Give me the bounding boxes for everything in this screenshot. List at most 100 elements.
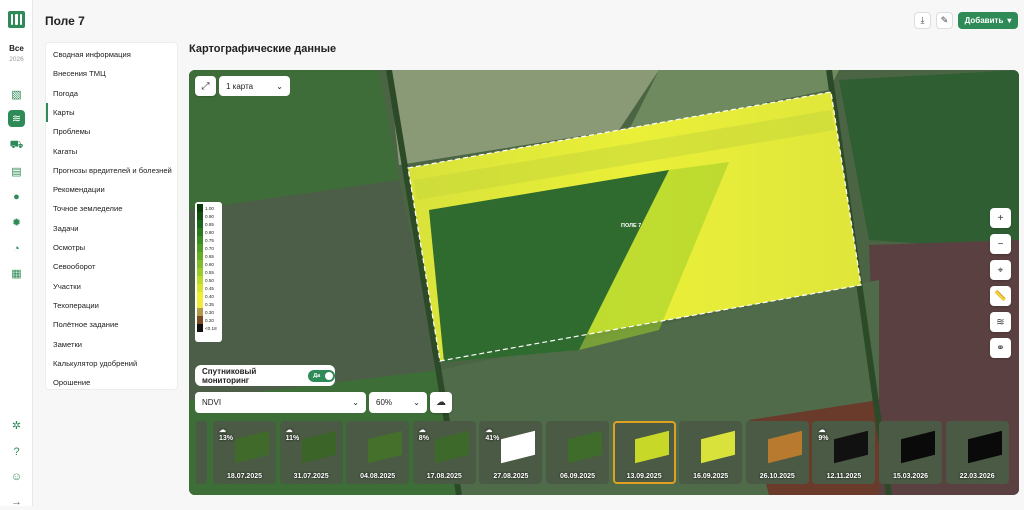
cloud-coverage: ☁ 8% [419,427,429,443]
thumbnail-field [967,430,1002,464]
thumbnail-date: 31.07.2025 [293,473,329,480]
menu-item[interactable]: Орошение [46,373,179,392]
satellite-monitoring-toggle-box[interactable]: Спутниковый мониторинг Да [195,365,335,386]
menu-item[interactable]: Проблемы [46,122,179,141]
date-thumbnail[interactable]: 26.10.2025 [745,421,809,484]
top-bar: Поле 7 [33,0,1024,40]
settings-icon[interactable]: ✲ [8,417,25,434]
thumbnail-field [501,430,536,464]
legend-label: 0.90 [205,213,214,219]
locate-button[interactable]: ⌖ [990,260,1011,280]
layer-select[interactable]: NDVI ⌄ [195,392,366,413]
legend-row: 0.80 [197,228,220,236]
menu-item[interactable]: Техоперации [46,296,179,315]
date-thumbnail[interactable]: 13.09.2025 [612,421,676,484]
menu-item[interactable]: Осмотры [46,238,179,257]
gear-icon[interactable]: ✹ [8,214,25,231]
zoom-in-button[interactable]: + [990,208,1011,228]
menu-item[interactable]: Прогнозы вредителей и болезней [46,161,179,180]
season-year: 2026 [9,56,24,63]
field-label: ПОЛЕ 7 [621,223,642,229]
date-thumbnail[interactable]: 15.03.2026 [879,421,942,484]
ruler-button[interactable]: 📏 [990,286,1011,306]
menu-item[interactable]: Полётное задание [46,315,179,334]
date-thumbnail[interactable]: 06.09.2025 [546,421,609,484]
thumbnail-field [568,430,602,464]
add-button[interactable]: Добавить ▾ [958,12,1018,29]
map-icon[interactable]: ▧ [8,86,25,103]
expand-arrow-icon[interactable]: → [8,493,25,510]
date-thumbnail[interactable]: ☁ 41% 27.08.2025 [479,421,543,484]
thumbnail-field [767,430,802,464]
clipboard-icon[interactable]: ▤ [8,163,25,180]
menu-item[interactable]: Заметки [46,335,179,354]
edit-button[interactable]: ✎ [936,12,953,29]
menu-item[interactable]: Внесения ТМЦ [46,64,179,83]
legend-row: 0.60 [197,260,220,268]
monitoring-label: Спутниковый мониторинг [202,366,257,385]
menu-item[interactable]: Кагаты [46,142,179,161]
legend-label: 0.70 [205,245,214,251]
opacity-select[interactable]: 60% ⌄ [369,392,427,413]
menu-item[interactable]: Сводная информация [46,45,179,64]
monitoring-toggle[interactable]: Да [308,369,335,382]
cloud-coverage: ☁ 13% [219,427,233,443]
legend-label: 0.80 [205,229,214,235]
thumbnail-date: 12.11.2025 [826,473,862,480]
legend-label: 0.40 [205,293,214,299]
plus-icon: + [997,212,1004,224]
link-button[interactable]: ⚭ [990,338,1011,358]
legend-swatch [197,236,203,244]
menu-item[interactable]: Задачи [46,219,179,238]
menu-item[interactable]: Карты [46,102,179,122]
zoom-out-button[interactable]: − [990,234,1011,254]
cloud-percent: 41% [485,435,500,442]
download-button[interactable]: ⤓ [914,12,931,29]
fields-icon[interactable]: ≋ [8,110,25,127]
legend-swatch [197,244,203,252]
menu-item[interactable]: Точное земледелие [46,199,179,218]
date-thumbnail[interactable]: ☁ 11% 31.07.2025 [279,421,343,484]
legend-label: 0.30 [205,309,214,315]
legend-row: 1.00 [197,204,220,212]
thumbnail-partial[interactable] [196,421,207,484]
menu-item[interactable]: Калькулятор удобрений [46,354,179,373]
user-icon[interactable]: ☺ [8,468,25,485]
date-thumbnail[interactable]: 22.03.2026 [945,421,1009,484]
legend-label: 0.85 [205,221,214,227]
date-thumbnail[interactable]: 16.09.2025 [679,421,743,484]
date-thumbnail[interactable]: ☁ 9% 12.11.2025 [812,421,876,484]
warehouse-icon[interactable]: ▦ [8,265,25,282]
menu-item[interactable]: Севооборот [46,257,179,276]
legend-label: 0.75 [205,237,214,243]
date-thumbnail[interactable]: ☁ 8% 17.08.2025 [412,421,476,484]
pie-chart-icon[interactable]: ◔ [8,240,25,257]
help-icon[interactable]: ? [8,443,25,460]
legend-swatch [197,260,203,268]
map-count-value: 1 карта [226,81,254,91]
cloud-percent: 8% [418,435,429,442]
minus-icon: − [997,238,1004,250]
app-logo[interactable] [8,11,25,28]
fullscreen-button[interactable]: ⤢ [195,76,216,96]
legend-swatch [197,300,203,308]
chevron-down-icon: ⌄ [413,398,420,407]
menu-item[interactable]: Участки [46,277,179,296]
legend-label: 0.55 [205,269,214,275]
cloud-filter-button[interactable]: ☁ [430,392,452,413]
cloud-icon: ☁ [818,427,826,434]
legend-label: 0.20 [205,317,214,323]
layers-button[interactable]: ≋ [990,312,1011,332]
thumbnail-date: 06.09.2025 [559,473,596,480]
tractor-icon[interactable]: ⛟ [8,137,25,154]
season-selector[interactable]: Все 2026 [3,44,30,63]
menu-item[interactable]: Рекомендации [46,180,179,199]
drop-icon[interactable]: ● [8,188,25,205]
legend-row: 0.70 [197,244,220,252]
menu-item[interactable]: Погода [46,84,179,103]
cloud-percent: 13% [219,435,234,442]
map-count-select[interactable]: 1 карта ⌄ [219,76,290,96]
date-thumbnail[interactable]: 04.08.2025 [346,421,410,484]
date-thumbnail[interactable]: ☁ 13% 18.07.2025 [213,421,276,484]
thumbnail-date: 13.09.2025 [626,473,662,480]
